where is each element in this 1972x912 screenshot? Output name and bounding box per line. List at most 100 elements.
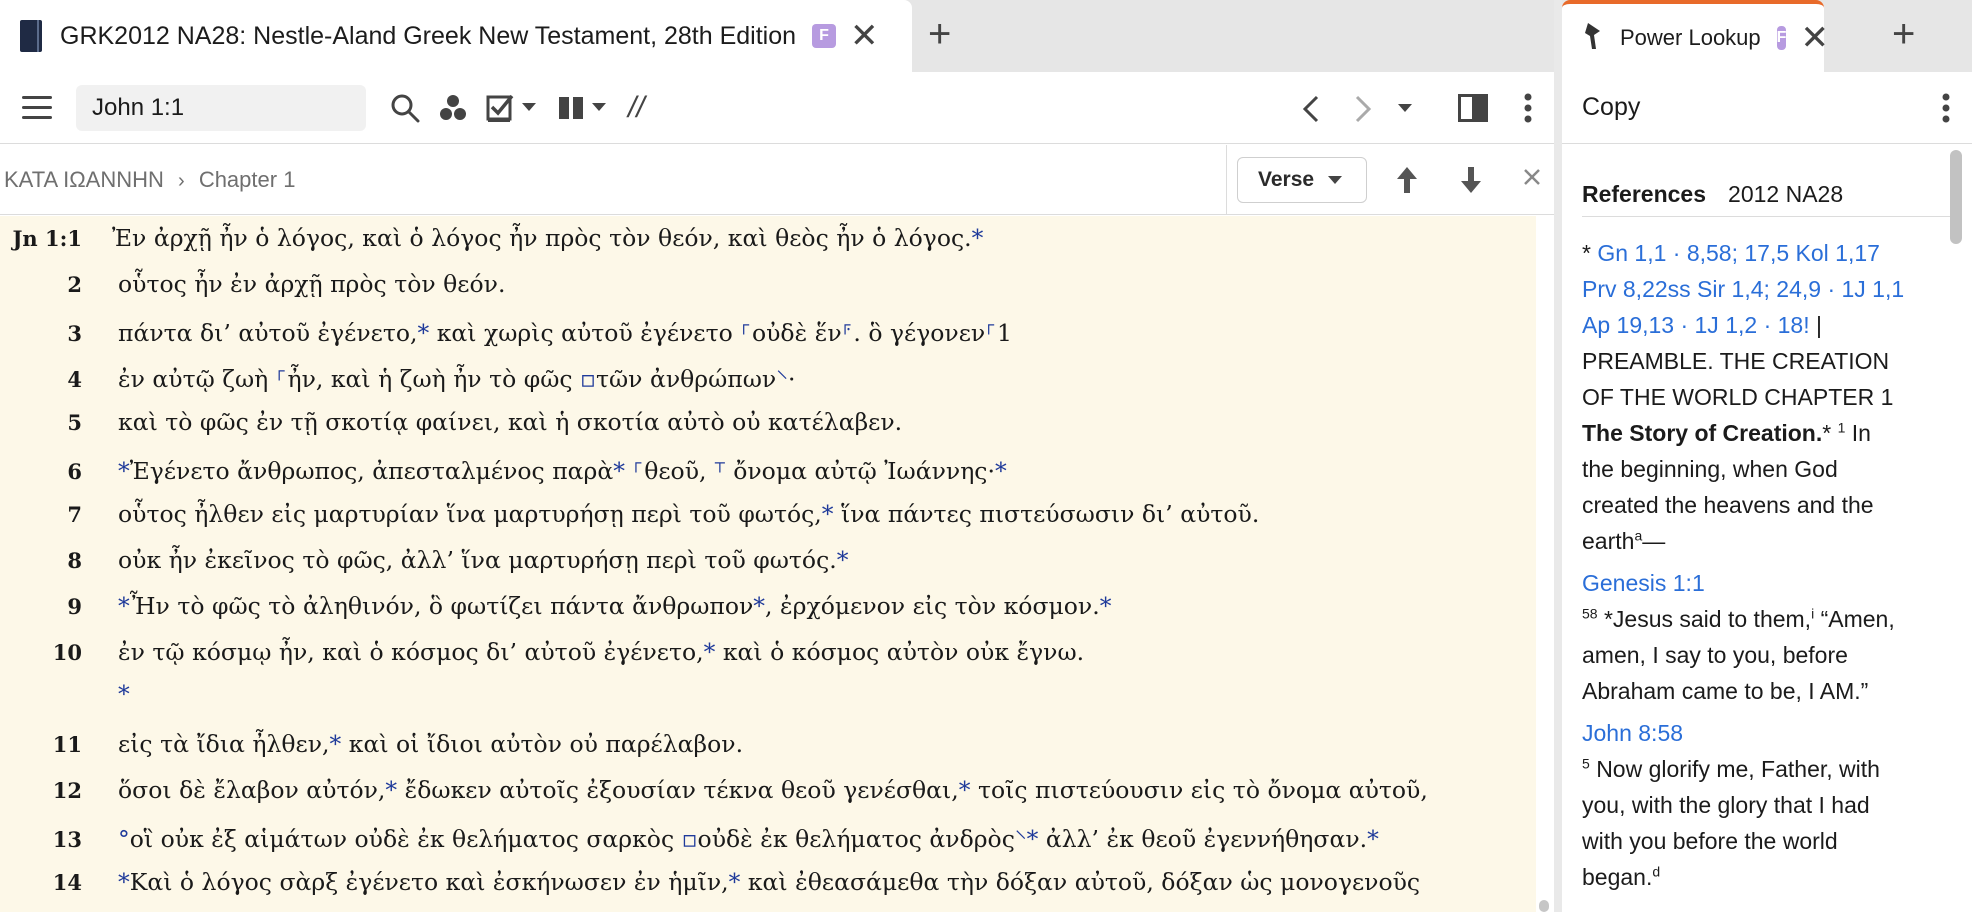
verse-text[interactable]: πάντα δι’ αὐτοῦ ἐγένετο,* καὶ χωρὶς αὐτο… — [118, 316, 1012, 348]
verse-row[interactable]: 11 εἰς τὰ ἴδια ἦλθεν,* καὶ οἱ ἴδιοι αὐτὸν… — [0, 730, 743, 770]
arrow-up-icon[interactable] — [1396, 165, 1418, 195]
verse-number[interactable]: 10 — [0, 640, 82, 665]
verse-row[interactable]: 2 οὗτος ἦν ἐν ἀρχῇ πρὸς τὸν θεόν. — [0, 270, 505, 310]
columns-icon[interactable] — [558, 95, 584, 121]
checklist-dropdown-icon[interactable] — [522, 102, 536, 113]
cross-reference-link[interactable]: Prv 8,22ss Sir 1,4; 24,9 · 1J 1,1 — [1582, 276, 1904, 302]
verse-number[interactable]: 11 — [0, 732, 82, 757]
verse-text[interactable]: ἐν αὐτῷ ζωὴ ⸀ἦν, καὶ ἡ ζωὴ ἦν τὸ φῶς ▫τῶ… — [118, 362, 795, 394]
verse-row[interactable]: 5 καὶ τὸ φῶς ἐν τῇ σκοτίᾳ φαίνει, καὶ ἡ σ… — [0, 408, 902, 448]
parallel-resources-icon[interactable]: // — [628, 91, 645, 125]
verse-number[interactable]: 8 — [0, 548, 82, 573]
more-options-icon[interactable] — [1524, 92, 1532, 124]
verse-text: amen, I say to you, before — [1582, 642, 1848, 668]
tab-title: Power Lookup — [1620, 25, 1761, 50]
verse-row[interactable]: 12 ὅσοι δὲ ἔλαβον αὐτόν,* ἔδωκεν αὐτοῖς ἐ… — [0, 776, 1428, 816]
verse-row[interactable]: Jn 1:1 Ἐν ἀρχῇ ἦν ὁ λόγος, καὶ ὁ λόγος ἦν… — [0, 224, 984, 264]
verse-text[interactable]: *Ἦν τὸ φῶς τὸ ἀληθινόν, ὃ φωτίζει πάντα … — [118, 592, 1111, 620]
close-tab-icon[interactable]: ✕ — [850, 19, 879, 53]
cross-reference-line[interactable]: Prv 8,22ss Sir 1,4; 24,9 · 1J 1,1 — [1582, 271, 1954, 307]
tab-bar: Power Lookup F ✕ + — [1562, 0, 1972, 72]
columns-dropdown-icon[interactable] — [592, 102, 606, 113]
verse-text: you, with the glory that I had — [1582, 792, 1870, 818]
copy-button[interactable]: Copy — [1582, 93, 1640, 122]
verse-number[interactable]: 2 — [0, 272, 82, 297]
reference-input[interactable] — [76, 84, 366, 131]
verse-number[interactable]: Jn 1:1 — [0, 226, 83, 251]
tab-bar: GRK2012 NA28: Nestle-Aland Greek New Tes… — [0, 0, 1554, 72]
verse-row[interactable]: 6 *Ἐγένετο ἄνθρωπος, ἀπεσταλμένος παρὰ* ⸀… — [0, 454, 1007, 494]
verse-reference-link[interactable]: Genesis 1:1 — [1582, 565, 1954, 601]
verse-text[interactable]: °οἳ οὐκ ἐξ αἱμάτων οὐδὲ ἐκ θελήματος σαρ… — [118, 822, 1379, 854]
history-dropdown-icon[interactable] — [1398, 104, 1412, 114]
close-tab-icon[interactable]: ✕ — [1800, 21, 1829, 55]
breadcrumb-separator: › — [178, 170, 185, 192]
verse-text: 58 *Jesus said to them,i “Amen, — [1582, 605, 1895, 632]
verse-number[interactable]: 5 — [0, 410, 82, 435]
verse-text[interactable]: οὗτος ἦν ἐν ἀρχῇ πρὸς τὸν θεόν. — [118, 270, 505, 298]
breadcrumb: ΚΑΤΑ ΙΩΑΝΝΗΝ › Chapter 1 Verse — [0, 145, 1554, 215]
bible-pane: GRK2012 NA28: Nestle-Aland Greek New Tes… — [0, 0, 1554, 912]
cross-reference-link[interactable]: Gn 1,1 · 8,58; 17,5 Kol 1,17 — [1597, 240, 1880, 266]
verse-number[interactable]: 13 — [0, 827, 82, 852]
tab-na28[interactable]: GRK2012 NA28: Nestle-Aland Greek New Tes… — [0, 0, 912, 72]
verse-text[interactable]: καὶ τὸ φῶς ἐν τῇ σκοτίᾳ φαίνει, καὶ ἡ σκ… — [118, 408, 902, 436]
scrollbar-thumb[interactable] — [1950, 150, 1962, 244]
visual-filters-icon[interactable] — [438, 93, 468, 123]
verse-number[interactable]: 12 — [0, 778, 82, 803]
scrollbar-track[interactable] — [1536, 216, 1554, 912]
menu-icon[interactable] — [22, 95, 52, 120]
breadcrumb-book[interactable]: ΚΑΤΑ ΙΩΑΝΝΗΝ — [4, 167, 164, 192]
breadcrumb-chapter[interactable]: Chapter 1 — [199, 167, 296, 192]
verse-reference-link[interactable]: John 8:58 — [1582, 715, 1954, 751]
verse-number[interactable]: 4 — [0, 367, 82, 392]
verse-text[interactable]: *Ἐγένετο ἄνθρωπος, ἀπεσταλμένος παρὰ* ⸀θ… — [118, 454, 1007, 486]
verse-number[interactable]: 14 — [0, 870, 82, 895]
verse-text[interactable]: οὐκ ἦν ἐκεῖνος τὸ φῶς, ἀλλ’ ἵνα μαρτυρήσ… — [118, 546, 848, 574]
search-icon[interactable] — [390, 93, 420, 123]
verse-row[interactable]: 9 *Ἦν τὸ φῶς τὸ ἀληθινόν, ὃ φωτίζει πάντα… — [0, 592, 1111, 632]
forward-icon[interactable] — [1354, 94, 1372, 124]
verse-text[interactable]: Ἐν ἀρχῇ ἦν ὁ λόγος, καὶ ὁ λόγος ἦν πρὸς … — [112, 224, 983, 252]
scrollbar-thumb[interactable] — [1539, 900, 1549, 912]
arrow-down-icon[interactable] — [1460, 165, 1482, 195]
verse-number[interactable]: 6 — [0, 459, 82, 484]
cross-reference-line[interactable]: * Gn 1,1 · 8,58; 17,5 Kol 1,17 — [1582, 235, 1954, 271]
verse-text: The Story of Creation.* 1 In — [1582, 419, 1871, 446]
add-tab-icon[interactable]: + — [1892, 14, 1915, 54]
verse-row[interactable]: 8 οὐκ ἦν ἐκεῖνος τὸ φῶς, ἀλλ’ ἵνα μαρτυρή… — [0, 546, 848, 586]
tab-power-lookup[interactable]: Power Lookup F ✕ — [1562, 0, 1829, 72]
checklist-icon[interactable] — [486, 93, 514, 123]
verse-text: the beginning, when God — [1582, 456, 1838, 482]
verse-text[interactable]: ὅσοι δὲ ἔλαβον αὐτόν,* ἔδωκεν αὐτοῖς ἐξο… — [118, 776, 1428, 804]
references-heading: References 2012 NA28 — [1582, 181, 1954, 217]
more-options-icon[interactable] — [1942, 92, 1950, 124]
verse-text[interactable]: *Καὶ ὁ λόγος σὰρξ ἐγένετο καὶ ἐσκήνωσεν … — [118, 868, 1420, 896]
verse-number[interactable]: 3 — [0, 321, 82, 346]
verse-row[interactable]: 4 ἐν αὐτῷ ζωὴ ⸀ἦν, καὶ ἡ ζωὴ ἦν τὸ φῶς ▫τ… — [0, 362, 795, 402]
add-tab-icon[interactable]: + — [928, 14, 951, 54]
verse-row[interactable]: 3 πάντα δι’ αὐτοῦ ἐγένετο,* καὶ χωρὶς αὐτ… — [0, 316, 1012, 356]
footnote-marker[interactable]: * — [118, 680, 130, 708]
verse-number[interactable]: 7 — [0, 502, 82, 527]
f-badge: F — [1776, 26, 1787, 50]
cross-reference-line[interactable]: Ap 19,13 · 1J 1,2 · 18! | — [1582, 307, 1954, 343]
back-icon[interactable] — [1302, 94, 1320, 124]
navigation-mode-select[interactable]: Verse — [1237, 157, 1367, 203]
panel-layout-icon[interactable] — [1458, 94, 1488, 122]
verse-text[interactable]: εἰς τὰ ἴδια ἦλθεν,* καὶ οἱ ἴδιοι αὐτὸν ο… — [118, 730, 743, 758]
close-icon[interactable] — [1522, 167, 1542, 187]
verse-row[interactable]: 14 *Καὶ ὁ λόγος σὰρξ ἐγένετο καὶ ἐσκήνωσε… — [0, 868, 1420, 908]
divider — [1226, 145, 1227, 215]
bible-text[interactable]: Jn 1:1 Ἐν ἀρχῇ ἦν ὁ λόγος, καὶ ὁ λόγος ἦν… — [0, 216, 1536, 912]
verse-row[interactable]: 7 οὗτος ἦλθεν εἰς μαρτυρίαν ἵνα μαρτυρήσῃ… — [0, 500, 1259, 540]
verse-text[interactable]: ἐν τῷ κόσμῳ ἦν, καὶ ὁ κόσμος δι’ αὐτοῦ ἐ… — [118, 638, 1084, 666]
cross-reference-link[interactable]: Ap 19,13 · 1J 1,2 · 18! — [1582, 312, 1810, 338]
verse-row[interactable]: 10 ἐν τῷ κόσμῳ ἦν, καὶ ὁ κόσμος δι’ αὐτοῦ… — [0, 638, 1084, 678]
verse-number[interactable]: 9 — [0, 594, 82, 619]
verse-text: eartha— — [1582, 527, 1666, 554]
verse-row[interactable]: * — [0, 680, 130, 720]
verse-row[interactable]: 13 °οἳ οὐκ ἐξ αἱμάτων οὐδὲ ἐκ θελήματος σ… — [0, 822, 1379, 862]
verse-text[interactable]: οὗτος ἦλθεν εἰς μαρτυρίαν ἵνα μαρτυρήσῃ … — [118, 500, 1259, 528]
book-icon — [20, 20, 42, 52]
